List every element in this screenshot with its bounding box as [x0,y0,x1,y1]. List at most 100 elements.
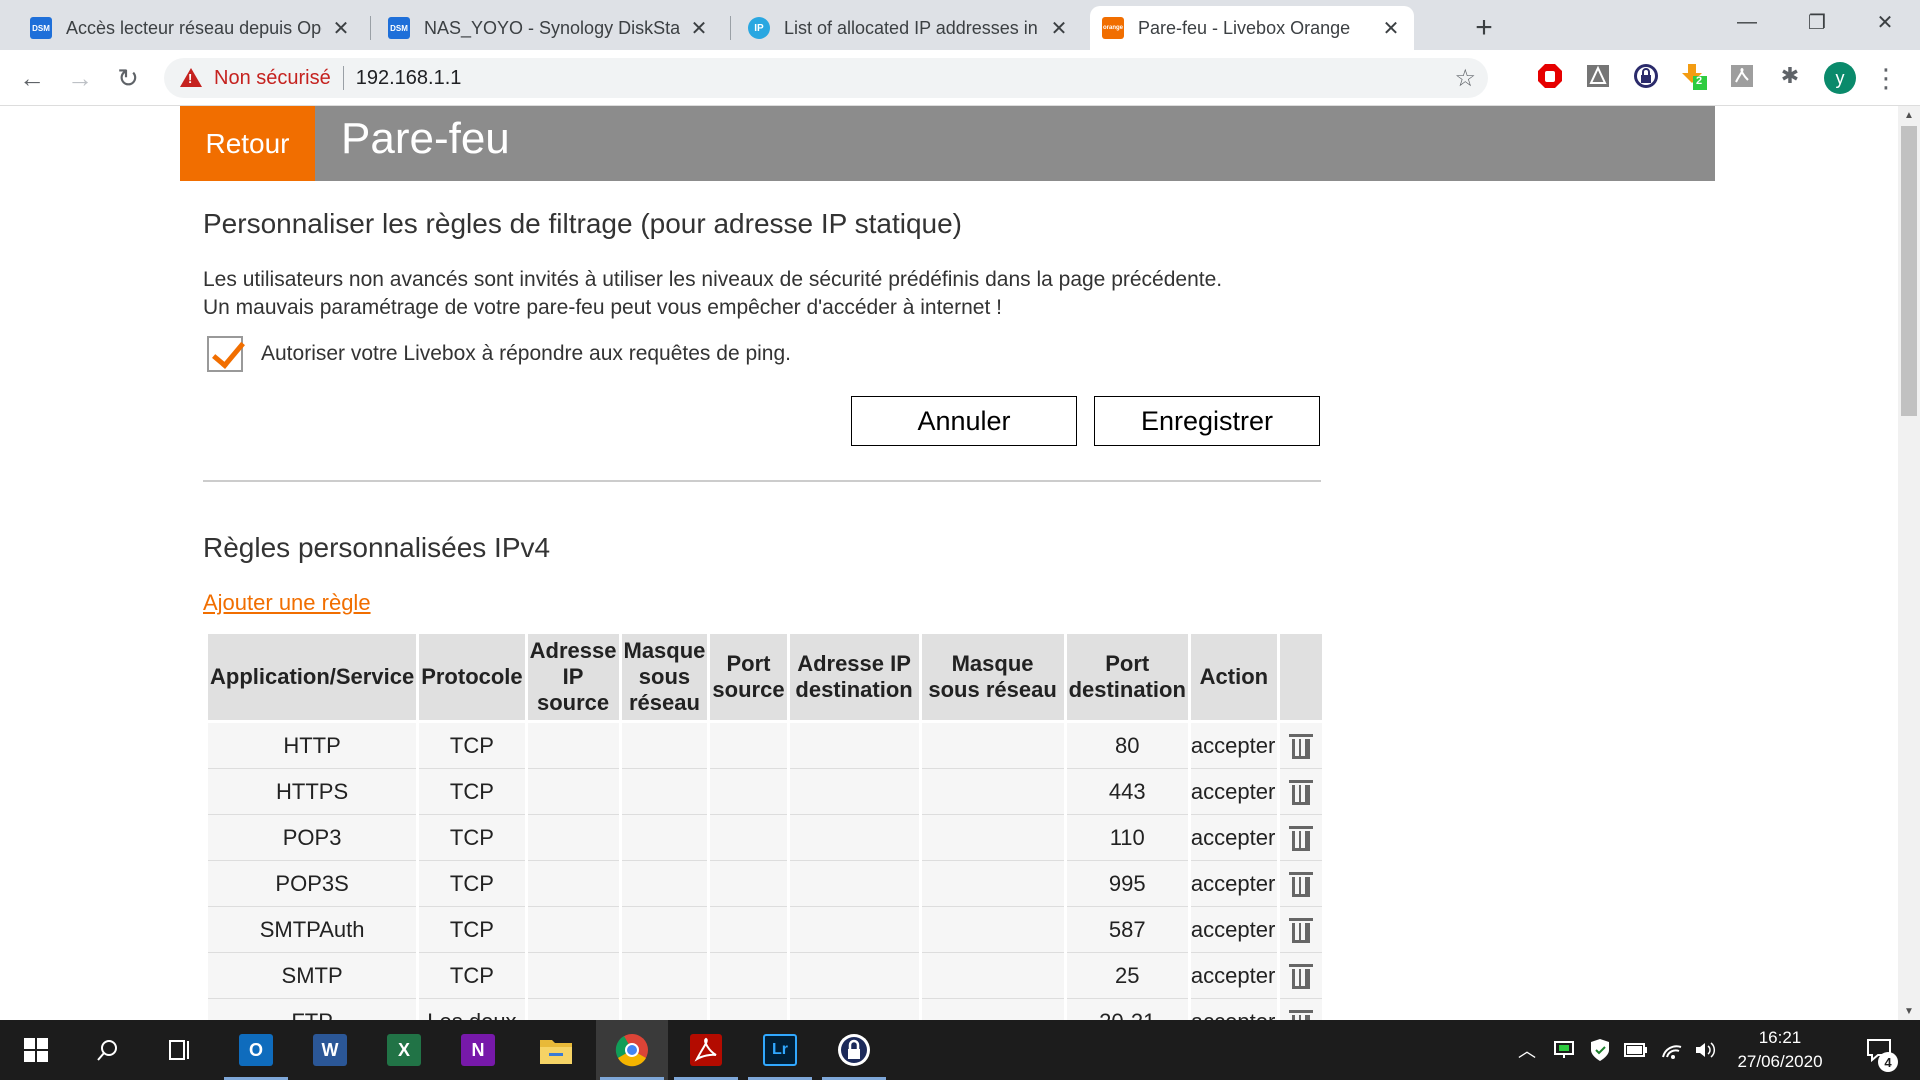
scroll-up-arrow-icon[interactable]: ▲ [1898,106,1920,124]
word-letter: W [313,1034,347,1066]
close-window-button[interactable]: ✕ [1850,0,1920,44]
notification-center-icon[interactable]: 4 [1856,1020,1902,1080]
scroll-down-arrow-icon[interactable]: ▼ [1898,1002,1920,1020]
warning-icon[interactable] [180,68,202,88]
chrome-icon[interactable] [596,1020,668,1080]
onenote-icon[interactable]: N [442,1020,514,1080]
column-header: Port source [710,634,787,723]
trash-icon[interactable] [1288,962,1313,990]
column-header: Application/Service [208,634,417,723]
file-explorer-icon[interactable] [520,1020,592,1080]
add-rule-link[interactable]: Ajouter une règle [203,590,371,616]
ping-checkbox[interactable] [207,336,243,372]
extension-a-icon[interactable] [1584,62,1612,90]
download-extension-icon[interactable]: 2 [1680,62,1708,90]
cell-src-mask [621,953,708,999]
column-header: Action [1190,634,1277,723]
omnibox-separator [342,66,344,90]
table-row: FTP Les deux 20-21 accepter [208,999,1322,1020]
cell-src-port [710,999,787,1020]
network-icon[interactable] [1548,1020,1580,1080]
lightroom-icon[interactable]: Lr [744,1020,816,1080]
close-icon[interactable]: ✕ [330,17,352,40]
cell-dst-port: 443 [1066,769,1188,815]
puzzle-extensions-icon[interactable]: ✱ [1776,62,1804,90]
more-menu-icon[interactable]: ⋮ [1873,62,1899,94]
cell-dst-ip [789,723,919,769]
close-icon[interactable]: ✕ [1048,17,1070,40]
adblock-icon[interactable] [1536,62,1564,90]
tab-synology-diskstation[interactable]: DSM NAS_YOYO - Synology DiskStatio ✕ [376,6,722,50]
lightroom-letter: Lr [763,1034,797,1066]
cell-dst-ip [789,815,919,861]
scroll-thumb[interactable] [1901,126,1917,416]
lock-extension-icon[interactable] [1632,62,1660,90]
restore-button[interactable]: ❐ [1782,0,1852,44]
volume-icon[interactable] [1690,1020,1720,1080]
chevron-up-icon[interactable]: ︿ [1512,1020,1542,1080]
onenote-letter: N [461,1034,495,1066]
close-icon[interactable]: ✕ [1380,17,1402,40]
address-bar[interactable]: Non sécurisé 192.168.1.1 ☆ [164,58,1488,98]
cell-service: HTTP [208,723,417,769]
cell-action: accepter [1190,999,1277,1020]
column-header: Port destination [1066,634,1188,723]
save-button[interactable]: Enregistrer [1094,396,1320,446]
back-arrow-icon[interactable]: ← [14,60,50,96]
cell-delete [1279,769,1322,815]
pdf-extension-icon[interactable] [1728,62,1756,90]
excel-icon[interactable]: X [368,1020,440,1080]
url-text[interactable]: 192.168.1.1 [356,67,462,90]
tab-pare-feu-livebox[interactable]: orange Pare-feu - Livebox Orange ✕ [1090,6,1414,50]
trash-icon[interactable] [1288,1008,1313,1020]
security-status[interactable]: Non sécurisé [214,67,331,90]
page-scrollbar[interactable]: ▲ ▼ [1898,106,1920,1020]
tab-dsm-network-drive[interactable]: DSM Accès lecteur réseau depuis Ope ✕ [18,6,364,50]
word-icon[interactable]: W [294,1020,366,1080]
clock-time: 16:21 [1758,1028,1802,1047]
cell-src-mask [621,907,708,953]
excel-letter: X [387,1034,421,1066]
cell-protocol: Les deux [419,999,525,1020]
cell-delete [1279,723,1322,769]
defender-shield-icon[interactable] [1584,1020,1616,1080]
reload-icon[interactable]: ↻ [110,60,146,96]
trash-icon[interactable] [1288,732,1313,760]
windows-start-icon[interactable] [0,1020,72,1080]
tab-allocated-ip-list[interactable]: IP List of allocated IP addresses in 8 ✕ [736,6,1082,50]
cell-src-mask [621,769,708,815]
profile-avatar[interactable]: y [1824,62,1856,94]
cell-dst-mask [921,999,1064,1020]
cell-src-ip [527,723,619,769]
windows-taskbar: O W X N Lr ︿ 16:21 27/06/2020 4 [0,1020,1920,1080]
outlook-icon[interactable]: O [220,1020,292,1080]
trash-icon[interactable] [1288,916,1313,944]
battery-icon[interactable] [1620,1020,1652,1080]
cell-dst-mask [921,861,1064,907]
column-header: Masque sous réseau [921,634,1064,723]
search-icon[interactable] [72,1020,144,1080]
cell-dst-mask [921,953,1064,999]
ip-icon: IP [748,17,770,39]
table-row: HTTPS TCP 443 accepter [208,769,1322,815]
minimize-button[interactable]: — [1712,0,1782,44]
cell-src-port [710,861,787,907]
back-button[interactable]: Retour [180,106,315,181]
trash-icon[interactable] [1288,778,1313,806]
trash-icon[interactable] [1288,870,1313,898]
wifi-icon[interactable] [1656,1020,1688,1080]
forward-arrow-icon[interactable]: → [62,60,98,96]
dsm-icon: DSM [30,17,52,39]
cell-src-mask [621,999,708,1020]
task-view-icon[interactable] [144,1020,216,1080]
new-tab-button[interactable]: + [1466,10,1502,46]
bookmark-star-icon[interactable]: ☆ [1454,64,1476,93]
cell-src-ip [527,861,619,907]
close-icon[interactable]: ✕ [688,17,710,40]
cancel-button[interactable]: Annuler [851,396,1077,446]
system-clock[interactable]: 16:21 27/06/2020 [1720,1026,1840,1074]
table-row: SMTP TCP 25 accepter [208,953,1322,999]
acrobat-icon[interactable] [670,1020,742,1080]
trash-icon[interactable] [1288,824,1313,852]
keepass-icon[interactable] [818,1020,890,1080]
